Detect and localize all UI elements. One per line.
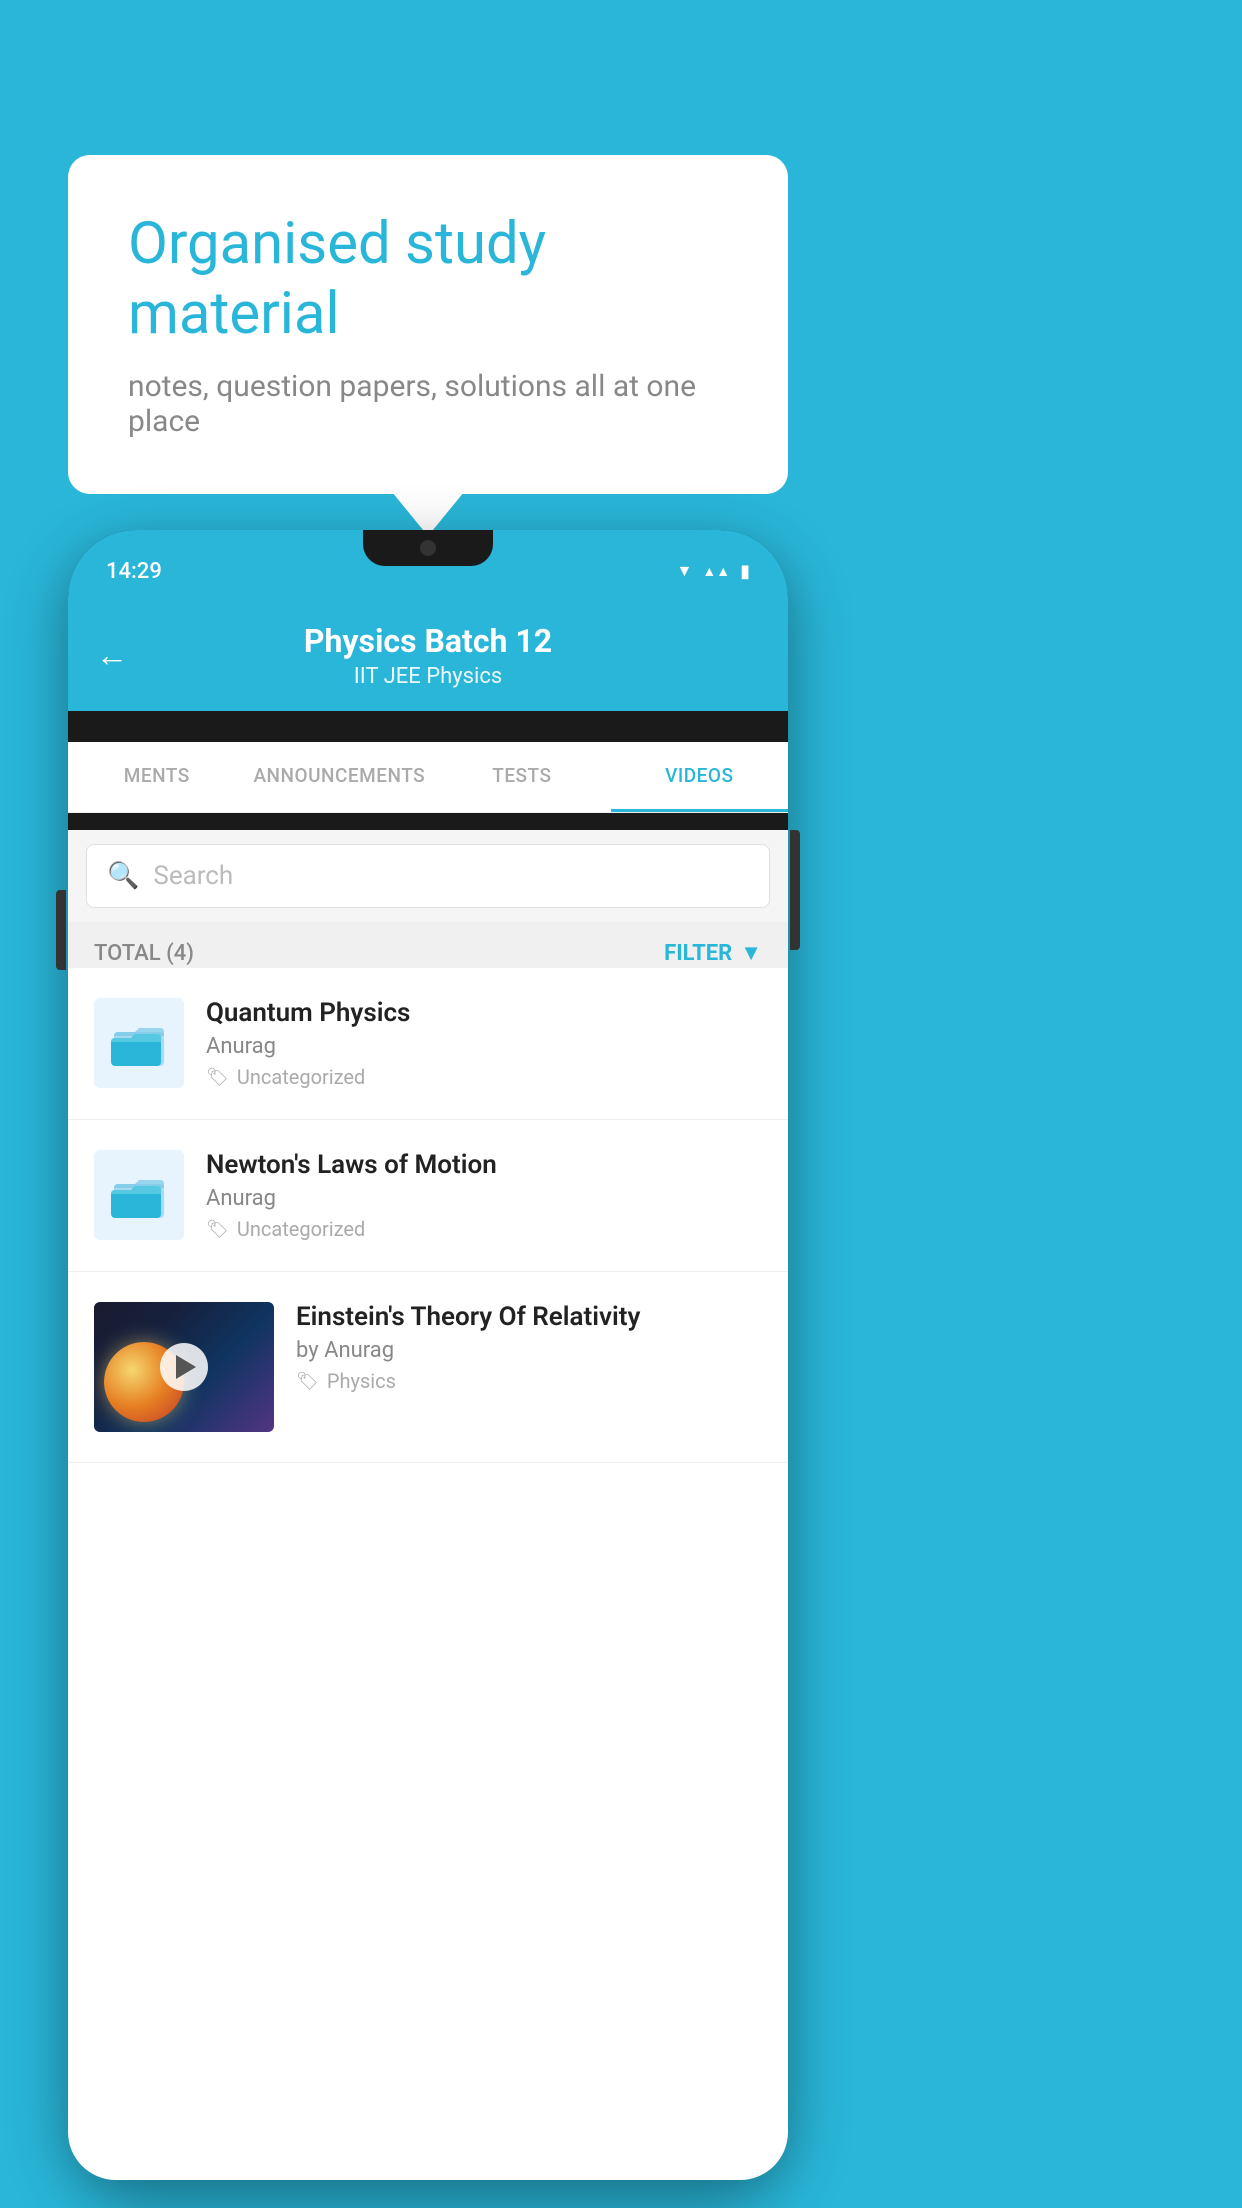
list-item[interactable]: Newton's Laws of Motion Anurag 🏷 Uncateg… <box>68 1120 788 1272</box>
video-info: Quantum Physics Anurag 🏷 Uncategorized <box>206 998 762 1089</box>
folder-thumbnail <box>94 998 184 1088</box>
video-thumbnail <box>94 1302 274 1432</box>
app-header: ← Physics Batch 12 IIT JEE Physics <box>68 598 788 711</box>
camera <box>420 540 436 556</box>
tab-announcements[interactable]: ANNOUNCEMENTS <box>245 742 433 812</box>
search-bar-wrapper: 🔍 Search <box>68 830 788 922</box>
filter-icon: ▼ <box>740 940 762 966</box>
video-info: Newton's Laws of Motion Anurag 🏷 Uncateg… <box>206 1150 762 1241</box>
battery-icon: ▮ <box>740 561 750 582</box>
tag-icon: 🏷 <box>206 1219 229 1240</box>
tag-label: Uncategorized <box>237 1217 365 1241</box>
filter-button[interactable]: FILTER ▼ <box>664 940 762 966</box>
video-tag: 🏷 Physics <box>296 1369 762 1393</box>
status-icons: ▼ ▲▲ ▮ <box>677 561 750 582</box>
video-info: Einstein's Theory Of Relativity by Anura… <box>296 1302 762 1393</box>
filter-label: FILTER <box>664 941 732 966</box>
notch <box>363 530 493 566</box>
tab-ments[interactable]: MENTS <box>68 742 245 812</box>
tab-tests[interactable]: TESTS <box>433 742 610 812</box>
app-subtitle: IIT JEE Physics <box>96 664 760 689</box>
video-author: Anurag <box>206 1186 762 1211</box>
video-title: Newton's Laws of Motion <box>206 1150 762 1180</box>
search-bar[interactable]: 🔍 Search <box>86 844 770 908</box>
back-button[interactable]: ← <box>96 636 128 674</box>
search-input[interactable]: Search <box>153 861 233 891</box>
speech-bubble: Organised study material notes, question… <box>68 155 788 494</box>
phone-frame: 14:29 ▼ ▲▲ ▮ ← Physics Batch 12 IIT JEE … <box>68 530 788 2180</box>
status-bar: 14:29 ▼ ▲▲ ▮ <box>68 530 788 598</box>
tag-label: Physics <box>327 1369 396 1393</box>
signal-icon: ▲▲ <box>702 563 730 580</box>
tab-videos[interactable]: VIDEOS <box>611 742 788 812</box>
volume-button <box>56 890 66 970</box>
video-tag: 🏷 Uncategorized <box>206 1217 762 1241</box>
video-title: Einstein's Theory Of Relativity <box>296 1302 762 1332</box>
tag-label: Uncategorized <box>237 1065 365 1089</box>
play-button[interactable] <box>160 1343 208 1391</box>
search-icon: 🔍 <box>107 861 139 891</box>
folder-icon <box>109 1165 169 1225</box>
tabs-bar: MENTS ANNOUNCEMENTS TESTS VIDEOS <box>68 742 788 813</box>
status-time: 14:29 <box>106 559 162 584</box>
speech-bubble-title: Organised study material <box>128 210 728 349</box>
speech-bubble-container: Organised study material notes, question… <box>68 155 788 494</box>
folder-icon <box>109 1013 169 1073</box>
tag-icon: 🏷 <box>296 1371 319 1392</box>
video-author: by Anurag <box>296 1338 762 1363</box>
video-author: Anurag <box>206 1034 762 1059</box>
play-icon <box>176 1355 196 1379</box>
folder-thumbnail <box>94 1150 184 1240</box>
list-item[interactable]: Einstein's Theory Of Relativity by Anura… <box>68 1272 788 1463</box>
power-button <box>790 830 800 950</box>
video-title: Quantum Physics <box>206 998 762 1028</box>
app-title: Physics Batch 12 <box>96 622 760 660</box>
total-label: TOTAL (4) <box>94 941 194 966</box>
list-item[interactable]: Quantum Physics Anurag 🏷 Uncategorized <box>68 968 788 1120</box>
wifi-icon: ▼ <box>677 561 693 581</box>
video-tag: 🏷 Uncategorized <box>206 1065 762 1089</box>
tag-icon: 🏷 <box>206 1067 229 1088</box>
content-area: Quantum Physics Anurag 🏷 Uncategorized <box>68 968 788 2180</box>
speech-bubble-subtitle: notes, question papers, solutions all at… <box>128 369 728 439</box>
